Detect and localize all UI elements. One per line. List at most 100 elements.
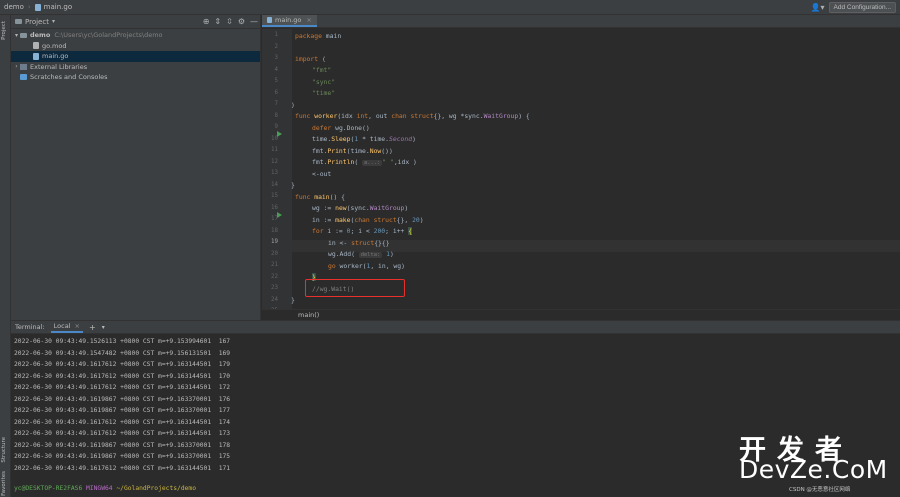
watermark-small-text: CSDN @无恶意社区网络 (789, 487, 851, 493)
chevron-down-icon[interactable]: ▾ (52, 18, 55, 25)
code-line-15[interactable]: func main() { (295, 192, 345, 204)
terminal-output-line: 2022-06-30 09:43:49.1617612 +0800 CST m=… (14, 418, 231, 426)
hide-icon[interactable]: — (250, 17, 258, 26)
code-line-8[interactable]: func worker(idx int, out chan struct{}, … (295, 111, 530, 123)
terminal-tab-local[interactable]: Local × (50, 321, 83, 333)
breadcrumb-separator: › (27, 3, 31, 11)
code-line-1[interactable]: package main (295, 31, 341, 43)
line-number: 20 (271, 250, 278, 257)
terminal-output-line: 2022-06-30 09:43:49.1547482 +0800 CST m=… (14, 349, 231, 357)
tree-item-demo[interactable]: ▾ demo C:\Users\yc\GolandProjects\demo (11, 30, 260, 41)
code-line-10[interactable]: time.Sleep(1 * time.Second) (312, 134, 416, 146)
code-line-26[interactable]: } (291, 295, 295, 307)
terminal-output-line: 2022-06-30 09:43:49.1619867 +0800 CST m=… (14, 395, 231, 403)
close-icon[interactable]: × (75, 322, 80, 330)
line-number: 16 (271, 204, 278, 211)
line-number: 15 (271, 193, 278, 199)
tree-item-label: External Libraries (30, 62, 88, 71)
editor-tab-label: main.go (275, 16, 302, 24)
code-line-11[interactable]: fmt.Print(time.Now()) (312, 146, 393, 158)
tree-item-label: Scratches and Consoles (30, 73, 108, 82)
line-number: 17 (271, 216, 278, 222)
code-line-7[interactable]: ) (291, 100, 295, 112)
chevron-right-icon[interactable]: › (13, 63, 20, 70)
project-view-icon (15, 19, 22, 24)
locate-icon[interactable]: ⊕ (203, 17, 210, 26)
code-line-5[interactable]: "sync" (312, 77, 335, 89)
folder-icon (20, 32, 27, 38)
parameter-hint: a...: (362, 160, 383, 166)
close-icon[interactable]: × (306, 16, 311, 24)
editor-tab-main-go[interactable]: main.go × (262, 15, 317, 27)
code-line-19[interactable]: in <- struct{}{} (328, 238, 390, 250)
project-panel-title[interactable]: Project (25, 18, 49, 26)
code-line-18[interactable]: for i := 0; i < 200; i++ { (312, 226, 413, 238)
tree-item-label: demo (30, 31, 51, 40)
left-tool-stripe: Project Structure Favorites (0, 15, 11, 497)
code-line-12[interactable]: fmt.Println( a...: " ",idx ) (312, 157, 417, 169)
new-terminal-icon[interactable]: + (89, 323, 96, 332)
tree-item-external-libraries[interactable]: › External Libraries (11, 62, 260, 73)
terminal-tab-bar: Terminal: Local × + ▾ (11, 321, 900, 334)
run-worker-icon[interactable] (277, 131, 282, 137)
go-mod-file-icon (33, 42, 39, 50)
line-number: 2 (274, 43, 279, 50)
go-file-icon (267, 17, 272, 23)
line-number: 10 (271, 135, 278, 142)
collapse-all-icon[interactable]: ⇳ (226, 17, 233, 26)
library-icon (20, 63, 27, 70)
terminal-output-line: 2022-06-30 09:43:49.1619867 +0800 CST m=… (14, 441, 231, 449)
line-number: 3 (274, 55, 279, 61)
go-file-icon (33, 52, 39, 60)
terminal-prompt[interactable]: yc@DESKTOP-RE2FAS6 MINGW64 ~/GolandProje… (14, 485, 196, 492)
terminal-output-line: 2022-06-30 09:43:49.1617612 +0800 CST m=… (14, 372, 231, 380)
code-line-13[interactable]: <-out (312, 169, 331, 181)
project-panel-header: Project ▾ ⊕ ⇕ ⇳ ⚙ — (11, 15, 260, 29)
code-line-4[interactable]: "fmt" (312, 65, 331, 77)
toolbar-right: 👤▾ Add Configuration... (811, 2, 896, 13)
line-number: 23 (271, 285, 278, 291)
editor-breadcrumb-bar: main() (262, 309, 900, 320)
expand-all-icon[interactable]: ⇕ (214, 17, 221, 26)
line-number: 5 (274, 78, 279, 84)
code-line-17[interactable]: in := make(chan struct{}, 20) (312, 215, 424, 227)
title-bar: demo › main.go 👤▾ Add Configuration... (0, 0, 900, 15)
terminal-tab-label: Local (53, 322, 71, 330)
chevron-down-icon[interactable]: ▾ (102, 324, 105, 331)
line-number: 19 (271, 239, 278, 245)
code-line-16[interactable]: wg := new(sync.WaitGroup) (312, 203, 408, 215)
gear-icon[interactable]: ⚙ (238, 17, 245, 26)
terminal-label: Terminal: (15, 323, 45, 331)
terminal-output-line: 2022-06-30 09:43:49.1619867 +0800 CST m=… (14, 407, 231, 414)
project-panel-tools: ⊕ ⇕ ⇳ ⚙ — (203, 17, 258, 26)
tree-item-path: C:\Users\yc\GolandProjects\demo (54, 31, 163, 40)
breadcrumb-file[interactable]: main.go (44, 3, 72, 11)
code-line-6[interactable]: "time" (312, 88, 335, 100)
annotation-box-wg-wait (305, 279, 405, 297)
tree-item-label: main.go (42, 52, 69, 61)
tree-item-go-mod[interactable]: go.mod (11, 41, 260, 52)
terminal-output-line: 2022-06-30 09:43:49.1617612 +0800 CST m=… (14, 464, 231, 472)
line-number: 4 (274, 66, 279, 73)
structure-tool-tab[interactable]: Structure (1, 437, 7, 463)
code-line-3[interactable]: import ( (295, 54, 326, 66)
chevron-down-icon[interactable]: ▾ (13, 32, 20, 39)
tree-item-scratches[interactable]: Scratches and Consoles (11, 72, 260, 83)
user-icon[interactable]: 👤▾ (811, 3, 825, 12)
breadcrumb-main-func[interactable]: main() (298, 311, 319, 319)
code-line-20[interactable]: wg.Add( delta: 1) (328, 249, 394, 261)
tree-item-main-go[interactable]: main.go (11, 51, 260, 62)
run-main-icon[interactable] (277, 211, 282, 218)
code-line-14[interactable]: } (291, 180, 295, 192)
project-tool-tab[interactable]: Project (1, 21, 7, 40)
add-configuration-button[interactable]: Add Configuration... (828, 2, 896, 13)
favorites-tool-tab[interactable]: Favorites (1, 471, 7, 496)
terminal-output-line: 2022-06-30 09:43:49.1617612 +0800 CST m=… (14, 430, 231, 437)
code-line-9[interactable]: defer wg.Done() (312, 123, 370, 135)
watermark-en-text: DevZe.CoM (739, 455, 888, 484)
go-file-icon (34, 3, 41, 11)
line-number: 21 (271, 262, 278, 268)
terminal-output-line: 2022-06-30 09:43:49.1619867 +0800 CST m=… (14, 453, 231, 460)
code-line-21[interactable]: go worker(1, in, wg) (328, 261, 405, 273)
breadcrumb-project[interactable]: demo (4, 3, 24, 11)
